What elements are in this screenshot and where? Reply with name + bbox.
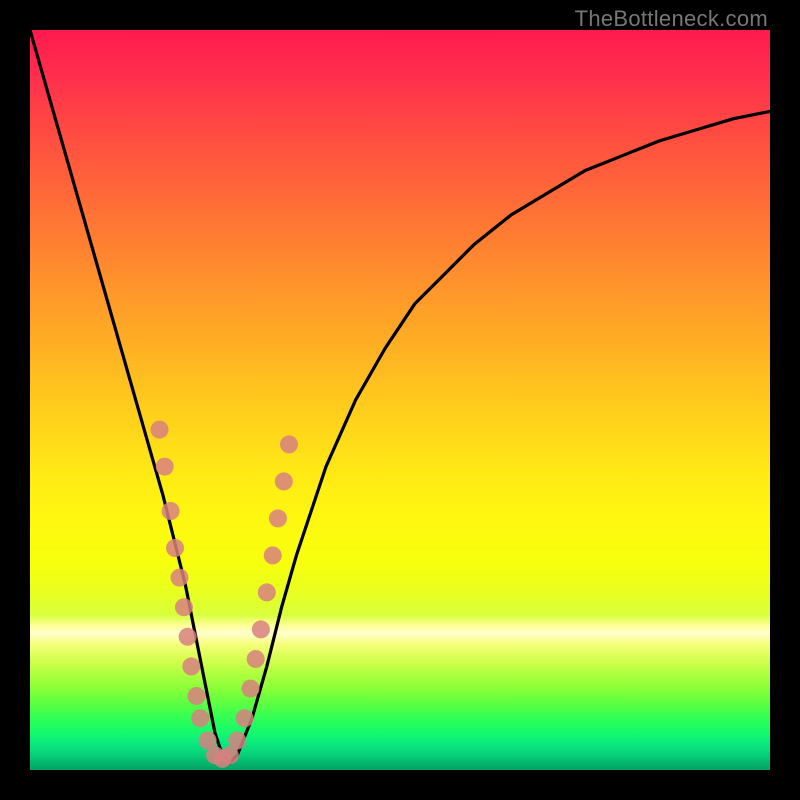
data-point — [236, 709, 254, 727]
watermark-text: TheBottleneck.com — [575, 6, 768, 32]
plot-area — [30, 30, 770, 770]
chart-svg — [30, 30, 770, 770]
data-point — [162, 502, 180, 520]
data-point — [269, 509, 287, 527]
data-point — [175, 598, 193, 616]
data-point — [280, 435, 298, 453]
data-point — [275, 472, 293, 490]
data-point — [179, 628, 197, 646]
data-point — [156, 458, 174, 476]
marker-group — [151, 421, 299, 768]
data-point — [188, 687, 206, 705]
data-point — [191, 709, 209, 727]
data-point — [228, 731, 246, 749]
data-point — [252, 620, 270, 638]
data-point — [182, 657, 200, 675]
data-point — [170, 569, 188, 587]
data-point — [242, 680, 260, 698]
bottleneck-curve — [30, 30, 770, 763]
chart-container: TheBottleneck.com — [0, 0, 800, 800]
data-point — [166, 539, 184, 557]
data-point — [151, 421, 169, 439]
data-point — [258, 583, 276, 601]
data-point — [247, 650, 265, 668]
data-point — [264, 546, 282, 564]
